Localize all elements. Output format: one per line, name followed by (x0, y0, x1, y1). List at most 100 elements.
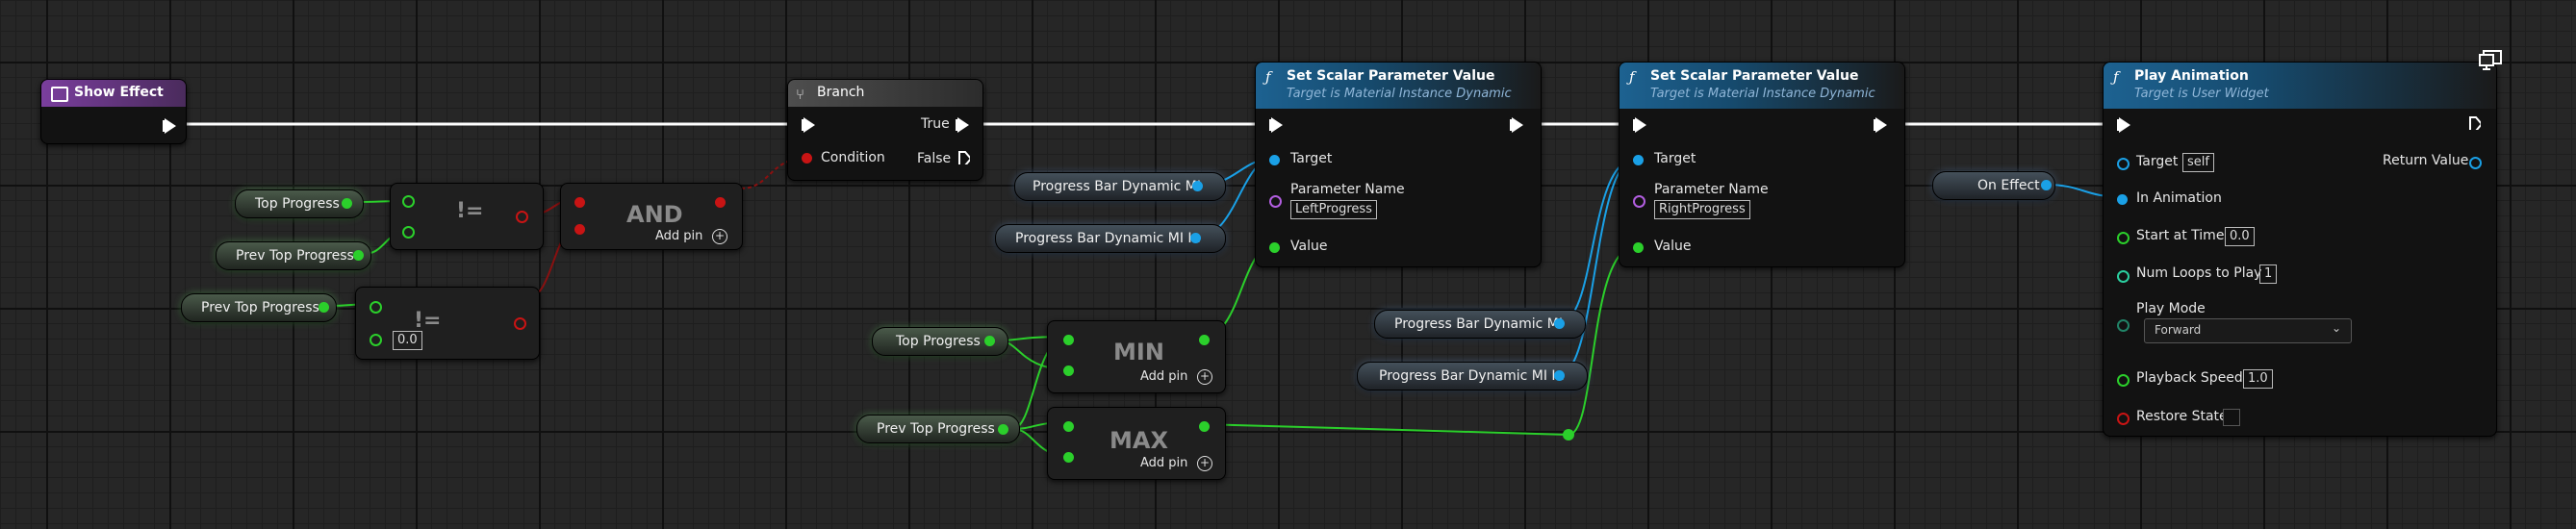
progress-bar-dynamic-mi-getter-1[interactable]: Progress Bar Dynamic MI (1014, 172, 1226, 201)
value-out-pin[interactable] (319, 302, 329, 313)
exec-in-pin[interactable] (1633, 117, 1646, 133)
prev-top-progress-getter-1[interactable]: Prev Top Progress (216, 241, 371, 270)
b-pin[interactable] (1063, 365, 1074, 376)
start-at-time-pin[interactable] (2117, 232, 2130, 244)
playback-speed-pin[interactable] (2117, 374, 2130, 387)
result-pin[interactable] (1199, 421, 1210, 432)
in-animation-pin[interactable] (2117, 194, 2128, 205)
progress-bar-dynamic-mi-in-getter-1[interactable]: Progress Bar Dynamic MI In (995, 224, 1226, 253)
exec-out-pin[interactable] (1510, 117, 1523, 133)
progress-bar-dynamic-mi-getter-2[interactable]: Progress Bar Dynamic MI (1374, 310, 1586, 339)
exec-in-pin[interactable] (1269, 117, 1283, 133)
show-effect-event-node[interactable]: Show Effect (40, 79, 187, 144)
b-pin[interactable] (1063, 452, 1074, 463)
num-loops-pin[interactable] (2117, 270, 2130, 283)
result-pin[interactable] (514, 317, 526, 330)
play-mode-dropdown[interactable]: Forward ⌄ (2144, 318, 2352, 343)
restore-state-pin[interactable] (2117, 413, 2130, 425)
parameter-name-field[interactable]: LeftProgress (1290, 200, 1377, 219)
value-out-pin[interactable] (1190, 233, 1201, 243)
set-scalar-parameter-node-2[interactable]: ƒ Set Scalar Parameter Value Target is M… (1619, 62, 1905, 267)
and-node[interactable]: AND Add pin + (560, 183, 743, 250)
prev-top-progress-getter-3[interactable]: Prev Top Progress (856, 415, 1020, 443)
not-equal-node-1[interactable]: != (390, 183, 544, 250)
branch-node[interactable]: ⑂ Branch True Condition False (787, 79, 983, 181)
blueprint-graph[interactable]: Show Effect ⑂ Branch True Condition Fals… (0, 0, 2576, 529)
value-out-pin[interactable] (342, 198, 352, 209)
b-value-field[interactable]: 0.0 (393, 331, 422, 350)
value-out-pin[interactable] (984, 336, 995, 346)
add-pin-label[interactable]: Add pin (1140, 369, 1187, 384)
play-animation-header: ƒ Play Animation Target is User Widget (2104, 63, 2496, 109)
parameter-name-label: Parameter Name (1290, 182, 1405, 197)
exec-out-pin[interactable] (1874, 117, 1887, 133)
value-out-pin[interactable] (353, 250, 364, 261)
add-pin-icon[interactable]: + (1197, 456, 1212, 471)
b-pin[interactable] (402, 226, 415, 239)
parameter-name-pin[interactable] (1269, 195, 1282, 208)
target-pin[interactable] (1269, 155, 1280, 165)
set-scalar-parameter-node-1[interactable]: ƒ Set Scalar Parameter Value Target is M… (1255, 62, 1542, 267)
play-mode-label: Play Mode (2136, 301, 2206, 316)
target-pin[interactable] (2117, 158, 2130, 170)
a-pin[interactable] (402, 195, 415, 208)
prev-top-progress-getter-2[interactable]: Prev Top Progress (181, 293, 337, 322)
restore-state-checkbox[interactable] (2223, 409, 2240, 426)
result-pin[interactable] (516, 211, 528, 223)
value-out-pin[interactable] (1192, 181, 1203, 191)
condition-pin[interactable] (802, 153, 812, 164)
b-pin[interactable] (574, 224, 585, 235)
play-mode-pin[interactable] (2117, 319, 2130, 332)
value-out-pin[interactable] (2041, 180, 2052, 190)
target-value-field[interactable]: self (2182, 153, 2214, 172)
exec-out-pin[interactable] (163, 118, 176, 134)
false-exec-pin[interactable] (958, 151, 970, 164)
value-pin[interactable] (1633, 242, 1644, 253)
add-pin-label[interactable]: Add pin (1140, 456, 1187, 470)
value-out-pin[interactable] (998, 424, 1008, 435)
max-node[interactable]: MAX Add pin + (1047, 407, 1226, 480)
parameter-name-field[interactable]: RightProgress (1654, 200, 1750, 219)
top-progress-getter-1[interactable]: Top Progress (235, 189, 364, 218)
variable-label: Prev Top Progress (236, 248, 354, 264)
parameter-name-pin[interactable] (1633, 195, 1645, 208)
node-subtitle: Target is Material Instance Dynamic (1287, 87, 1512, 101)
return-value-pin[interactable] (2469, 157, 2482, 169)
a-pin[interactable] (370, 301, 382, 314)
exec-in-pin[interactable] (2117, 117, 2130, 133)
exec-out-pin[interactable] (2469, 116, 2481, 130)
a-pin[interactable] (1063, 421, 1074, 432)
variable-label: Top Progress (255, 196, 340, 212)
top-progress-getter-2[interactable]: Top Progress (872, 327, 1008, 356)
on-effect-getter[interactable]: On Effect (1932, 171, 2055, 200)
play-animation-node[interactable]: ƒ Play Animation Target is User Widget T… (2103, 62, 2497, 437)
value-out-pin[interactable] (1554, 318, 1565, 329)
b-pin[interactable] (370, 334, 382, 346)
variable-label: Progress Bar Dynamic MI (1033, 179, 1201, 194)
min-node[interactable]: MIN Add pin + (1047, 320, 1226, 393)
result-pin[interactable] (1199, 335, 1210, 345)
playback-speed-label: Playback Speed (2136, 370, 2243, 386)
progress-bar-dynamic-mi-in-getter-2[interactable]: Progress Bar Dynamic MI In (1357, 362, 1588, 390)
in-animation-label: In Animation (2136, 190, 2222, 206)
true-exec-pin[interactable] (956, 117, 969, 133)
playback-speed-field[interactable]: 1.0 (2243, 369, 2273, 389)
start-at-time-field[interactable]: 0.0 (2225, 227, 2255, 246)
add-pin-label[interactable]: Add pin (655, 229, 702, 243)
a-pin[interactable] (574, 197, 585, 208)
start-at-time-label: Start at Time (2136, 228, 2225, 243)
show-effect-title: Show Effect (74, 85, 164, 100)
result-pin[interactable] (715, 197, 726, 208)
exec-in-pin[interactable] (802, 117, 815, 133)
not-equal-node-2[interactable]: 0.0 != (355, 287, 540, 360)
value-out-pin[interactable] (1554, 370, 1565, 381)
value-pin[interactable] (1269, 242, 1280, 253)
min-title: MIN (1113, 339, 1164, 365)
and-title: AND (626, 201, 683, 228)
num-loops-field[interactable]: 1 (2259, 264, 2278, 284)
add-pin-icon[interactable]: + (712, 229, 727, 244)
variable-label: On Effect (1977, 178, 2040, 193)
a-pin[interactable] (1063, 335, 1074, 345)
target-pin[interactable] (1633, 155, 1644, 165)
add-pin-icon[interactable]: + (1197, 369, 1212, 385)
